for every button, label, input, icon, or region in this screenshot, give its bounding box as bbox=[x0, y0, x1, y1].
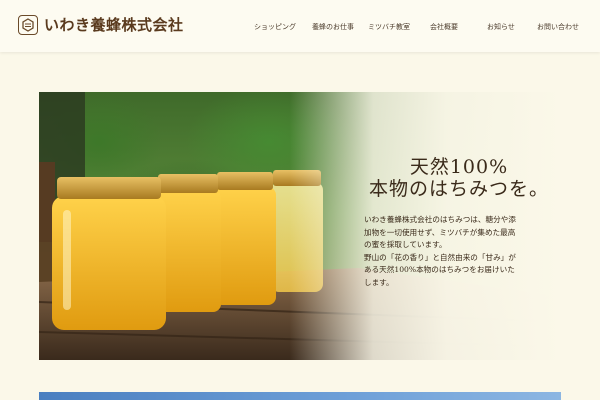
hero-body-line: 加物を一切使用せず、ミツバチが集めた最高 bbox=[364, 227, 516, 237]
hero-body-line: します。 bbox=[364, 277, 394, 287]
hero-body-line: 野山の「花の香り」と自然由来の「甘み」が bbox=[364, 252, 516, 262]
nav-bee-class[interactable]: ミツバチ教室 bbox=[368, 22, 410, 32]
nav-company-profile[interactable]: 会社概要 bbox=[430, 22, 458, 32]
next-section-image bbox=[39, 392, 561, 400]
nav-news[interactable]: お知らせ bbox=[487, 22, 515, 32]
hero-title-line-2: 本物のはちみつを。 bbox=[368, 178, 549, 200]
honeycomb-icon bbox=[18, 14, 38, 35]
hero-body-line: ある天然100%本物のはちみつをお届けいた bbox=[364, 265, 515, 275]
site-header: いわき養蜂株式会社 ショッピング 養蜂のお仕事 ミツバチ教室 会社概要 お知らせ… bbox=[0, 0, 600, 52]
nav-beekeeping-work[interactable]: 養蜂のお仕事 bbox=[312, 22, 354, 32]
nav-shopping[interactable]: ショッピング bbox=[254, 22, 296, 32]
brand-logo[interactable]: いわき養蜂株式会社 bbox=[18, 14, 184, 35]
hero-title: 天然100% 本物のはちみつを。 bbox=[359, 156, 559, 200]
hero-title-line-1: 天然100% bbox=[409, 156, 509, 178]
hero-body-line: いわき養蜂株式会社のはちみつは、糖分や添 bbox=[364, 215, 516, 224]
hero-description: いわき養蜂株式会社のはちみつは、糖分や添 加物を一切使用せず、ミツバチが集めた最… bbox=[364, 214, 554, 290]
brand-name: いわき養蜂株式会社 bbox=[44, 16, 184, 34]
hero-body-line: の蜜を採取しています。 bbox=[364, 240, 447, 250]
hero-section: 天然100% 本物のはちみつを。 いわき養蜂株式会社のはちみつは、糖分や添 加物… bbox=[39, 92, 561, 360]
nav-contact[interactable]: お問い合わせ bbox=[537, 22, 579, 32]
